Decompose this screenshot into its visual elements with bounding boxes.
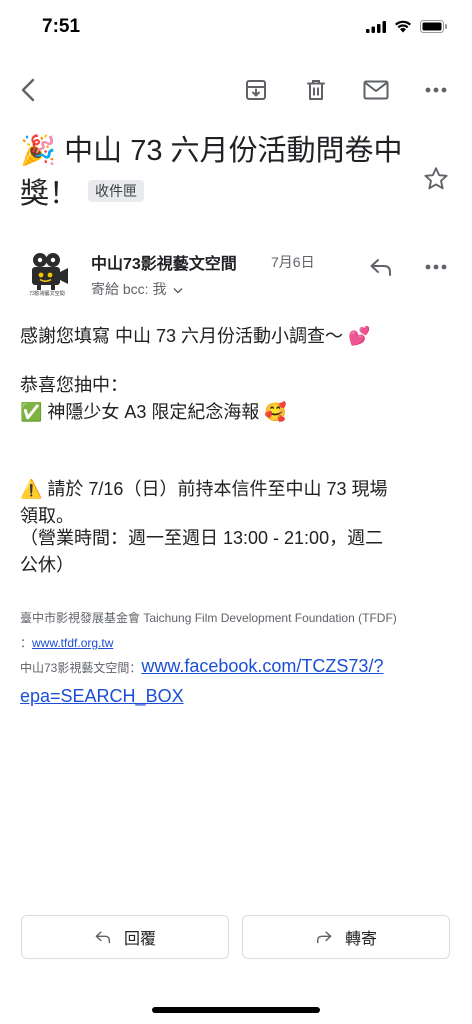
- mail-icon: [363, 80, 389, 100]
- star-button[interactable]: [422, 165, 450, 198]
- forward-button[interactable]: 轉寄: [242, 915, 450, 959]
- forward-icon: [316, 931, 332, 944]
- reply-icon: [95, 931, 110, 944]
- tfdf-link-row: ：www.tfdf.org.tw: [20, 634, 113, 651]
- sent-date: 7月6日: [271, 254, 315, 270]
- reply-button-label: 回覆: [123, 931, 156, 948]
- cellular-signal-icon: [366, 20, 386, 33]
- body-prize-line: ✅ 神隱少女 A3 限定紀念海報 🥰: [20, 402, 287, 422]
- party-emoji: 🎉: [20, 135, 57, 167]
- body-hours-line-1: （營業時間：週一至週日 13:00 - 21:00，週二: [20, 528, 384, 548]
- chevron-down-icon: [173, 287, 183, 294]
- subject-text: 中山 73 六月份活動問卷中獎！: [20, 135, 403, 210]
- avatar-caption: 73影視藝文空間: [29, 291, 65, 297]
- status-icons: [366, 20, 448, 33]
- trash-icon: [307, 80, 325, 100]
- reply-quick-button[interactable]: [364, 250, 398, 284]
- body-thanks-line: 感謝您填寫 中山 73 六月份活動小調查～ 💕: [20, 326, 371, 346]
- facebook-link-row: 中山73影視藝文空間：www.facebook.com/TCZS73/? epa…: [20, 652, 440, 712]
- forward-button-label: 轉寄: [344, 931, 377, 948]
- facebook-label: 中山73影視藝文空間：: [20, 661, 142, 675]
- foundation-name: 臺中市影視發展基金會 Taichung Film Development Fou…: [20, 611, 397, 625]
- inbox-label-chip[interactable]: 收件匣: [88, 180, 145, 203]
- body-hours-line-2: 公休）: [20, 555, 74, 575]
- facebook-link-part-1[interactable]: www.facebook.com/TCZS73/?: [141, 656, 383, 676]
- tfdf-colon: ：: [20, 636, 33, 650]
- body-congrats-line: 恭喜您抽中：: [20, 375, 128, 395]
- more-options-button[interactable]: [419, 73, 453, 107]
- chevron-left-icon: [21, 78, 35, 102]
- email-subject: 🎉 中山 73 六月份活動問卷中獎！ 收件匣: [20, 130, 415, 216]
- recipient-details-toggle[interactable]: 寄給 bcc: 我: [91, 279, 183, 299]
- recipient-line: 寄給 bcc: 我: [91, 281, 167, 297]
- message-more-button[interactable]: [419, 250, 453, 284]
- more-horizontal-icon: [425, 87, 447, 93]
- sender-name[interactable]: 中山73影視藝文空間: [91, 250, 237, 274]
- home-indicator[interactable]: [152, 1007, 320, 1013]
- reply-icon: [370, 259, 391, 276]
- wifi-icon: [395, 20, 411, 33]
- back-button[interactable]: [12, 73, 46, 107]
- facebook-link-part-2[interactable]: epa=SEARCH_BOX: [20, 686, 184, 706]
- status-time: 7:51: [42, 16, 81, 37]
- archive-icon: [246, 80, 266, 100]
- more-horizontal-icon: [425, 264, 447, 270]
- delete-button[interactable]: [299, 73, 333, 107]
- battery-icon: [420, 20, 447, 33]
- sender-avatar[interactable]: 73影視藝文空間: [20, 246, 74, 300]
- star-icon: [424, 167, 448, 190]
- reply-button[interactable]: 回覆: [21, 915, 229, 959]
- mark-unread-button[interactable]: [359, 73, 393, 107]
- tfdf-website-link[interactable]: www.tfdf.org.tw: [32, 636, 113, 650]
- body-notice-line-1: ⚠️ 請於 7/16（日）前持本信件至中山 73 現場: [20, 479, 388, 499]
- archive-button[interactable]: [239, 73, 273, 107]
